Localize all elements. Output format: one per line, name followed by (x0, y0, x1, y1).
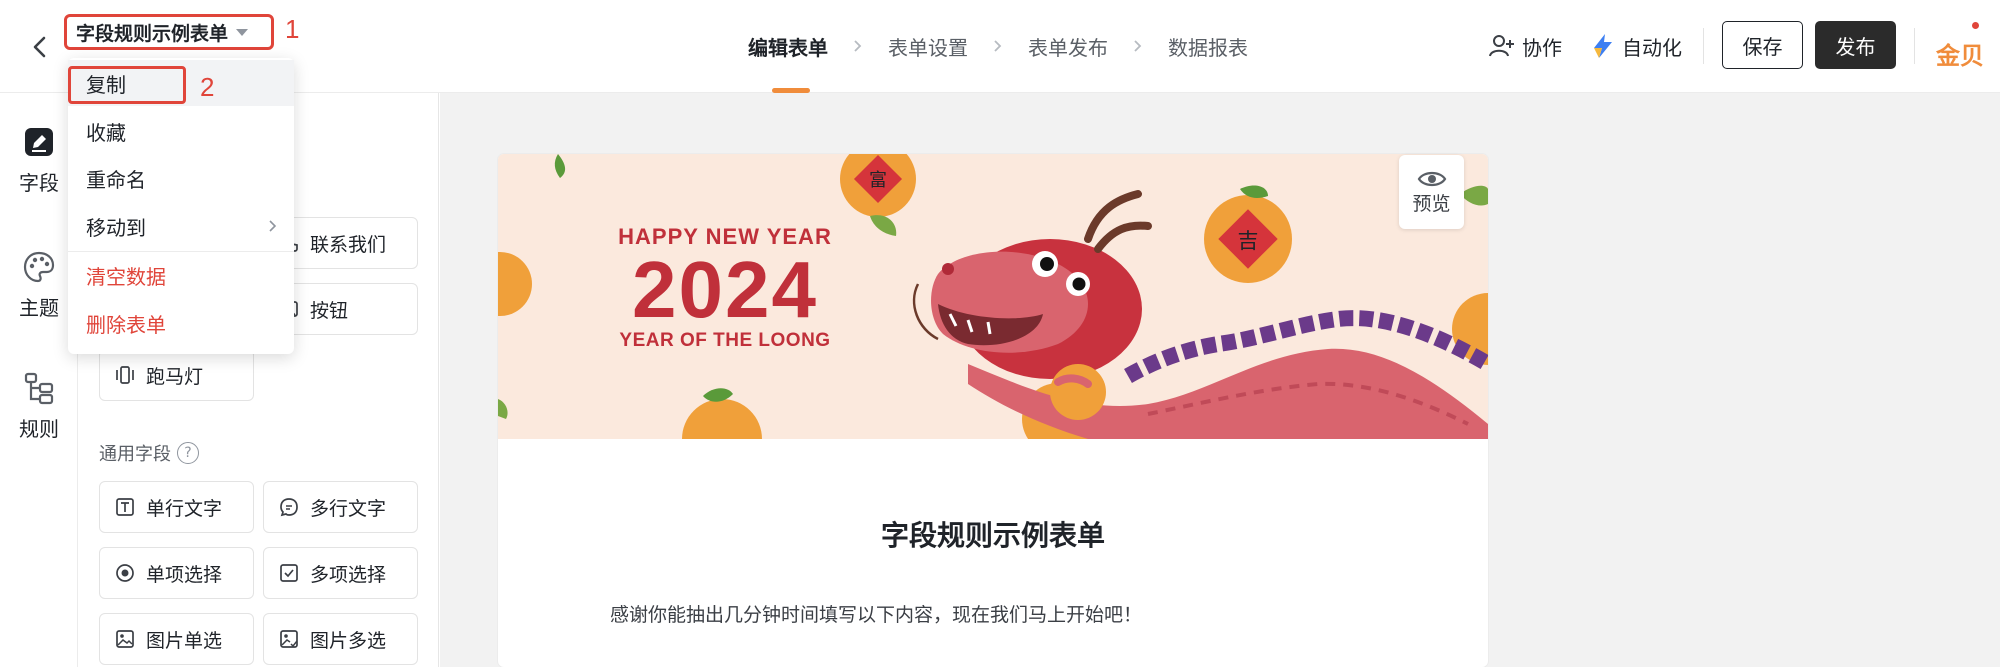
menu-item-move-to[interactable]: 移动到 (68, 203, 294, 249)
step-data-report[interactable]: 数据报表 (1168, 32, 1248, 61)
image-multi-icon (280, 630, 298, 648)
chip-label: 按钮 (310, 299, 349, 322)
chip-label: 图片单选 (146, 629, 223, 652)
menu-item-delete-form[interactable]: 删除表单 (68, 300, 294, 346)
form-preview-card: HAPPY NEW YEAR 2024 YEAR OF THE LOONG 富 … (498, 154, 1488, 667)
menu-item-label: 移动到 (86, 215, 146, 240)
step-nav: 编辑表单 表单设置 表单发布 数据报表 (748, 29, 1248, 63)
help-icon[interactable]: ? (177, 442, 199, 464)
divider (1703, 28, 1704, 64)
rail-label-rules: 规则 (19, 417, 59, 441)
menu-item-rename[interactable]: 重命名 (68, 155, 294, 201)
chevron-right-icon (994, 40, 1002, 52)
caret-down-icon (236, 28, 249, 36)
publish-button[interactable]: 发布 (1815, 21, 1896, 69)
radio-icon (116, 564, 134, 582)
field-chip-marquee[interactable]: 跑马灯 (99, 349, 254, 401)
checkbox-icon (280, 564, 298, 582)
rules-icon (24, 372, 54, 405)
preview-label: 预览 (1412, 192, 1451, 215)
marquee-icon (116, 366, 134, 384)
field-chip-multi-line-text[interactable]: 多行文字 (263, 481, 418, 533)
back-icon[interactable] (26, 30, 54, 64)
menu-item-label: 复制 (86, 72, 126, 97)
title-dropdown-menu: 复制 收藏 重命名 移动到 清空数据 删除表单 (68, 58, 294, 354)
form-description[interactable]: 感谢你能抽出几分钟时间填写以下内容，现在我们马上开始吧！ (610, 600, 1142, 627)
add-user-icon (1489, 35, 1514, 57)
automation-label: 自动化 (1622, 35, 1682, 60)
chip-label: 联系我们 (310, 233, 387, 256)
coins-link[interactable]: 金贝 (1936, 36, 2000, 71)
rail-label-fields: 字段 (19, 171, 59, 195)
menu-item-label: 清空数据 (86, 264, 166, 289)
save-button[interactable]: 保存 (1722, 21, 1803, 69)
field-chip-multi-choice[interactable]: 多项选择 (263, 547, 418, 599)
annotation-number-2: 2 (200, 72, 215, 102)
rail-item-rules[interactable]: 规则 (0, 371, 78, 442)
menu-item-favorite[interactable]: 收藏 (68, 108, 294, 154)
field-chip-single-choice[interactable]: 单项选择 (99, 547, 254, 599)
chip-label: 跑马灯 (146, 365, 204, 388)
banner-badge-fu: 富 (869, 170, 887, 191)
field-chip-image-single[interactable]: 图片单选 (99, 613, 254, 665)
banner-year: 2024 (632, 245, 818, 334)
form-title-text: 字段规则示例表单 (76, 22, 229, 45)
menu-item-label: 收藏 (86, 120, 126, 145)
chip-label: 图片多选 (310, 629, 387, 652)
top-bar: 字段规则示例表单 1 编辑表单 表单设置 表单发布 数据报表 协作 自动化 保存… (0, 0, 2000, 93)
menu-item-label: 删除表单 (86, 312, 166, 337)
text-icon (116, 498, 134, 516)
chip-label: 多项选择 (310, 563, 387, 586)
step-form-publish[interactable]: 表单发布 (1028, 32, 1108, 61)
image-icon (116, 630, 134, 648)
banner-image: HAPPY NEW YEAR 2024 YEAR OF THE LOONG 富 … (498, 154, 1488, 439)
eye-icon (1417, 171, 1446, 186)
palette-icon (23, 251, 55, 283)
annotation-number-1: 1 (285, 14, 300, 44)
collaborate-button[interactable]: 协作 (1488, 29, 1562, 63)
menu-item-clear-data[interactable]: 清空数据 (68, 252, 294, 298)
menu-item-label: 重命名 (86, 167, 146, 192)
edit-icon (25, 128, 53, 156)
multiline-icon (280, 498, 298, 517)
banner-badge-ji: 吉 (1237, 229, 1259, 253)
chip-label: 单行文字 (146, 497, 223, 520)
chevron-right-icon (854, 40, 862, 52)
automation-button[interactable]: 自动化 (1590, 29, 1682, 63)
field-chip-single-line-text[interactable]: 单行文字 (99, 481, 254, 533)
form-title-dropdown[interactable]: 字段规则示例表单 (64, 14, 274, 50)
notification-dot (1972, 22, 1979, 29)
chip-label: 单项选择 (146, 563, 223, 586)
step-edit-form[interactable]: 编辑表单 (748, 32, 828, 61)
divider (1914, 28, 1915, 64)
collaborate-label: 协作 (1522, 35, 1562, 60)
lightning-icon (1594, 34, 1612, 58)
common-fields-heading: 通用字段 ? (99, 440, 199, 466)
rail-label-theme: 主题 (19, 296, 59, 320)
rail-item-theme[interactable]: 主题 (0, 250, 78, 321)
preview-button[interactable]: 预览 (1399, 155, 1464, 229)
menu-item-copy[interactable]: 复制 (68, 60, 294, 106)
step-form-settings[interactable]: 表单设置 (888, 32, 968, 61)
chevron-right-icon (1134, 40, 1142, 52)
chip-label: 多行文字 (310, 497, 387, 520)
rail-item-fields[interactable]: 字段 (0, 125, 78, 196)
left-icon-rail: 字段 主题 规则 (0, 93, 78, 667)
field-chip-image-multi[interactable]: 图片多选 (263, 613, 418, 665)
banner-line-loong: YEAR OF THE LOONG (619, 330, 831, 351)
common-fields-label: 通用字段 (99, 444, 171, 465)
chevron-right-icon (269, 220, 277, 232)
form-heading[interactable]: 字段规则示例表单 (498, 514, 1488, 554)
